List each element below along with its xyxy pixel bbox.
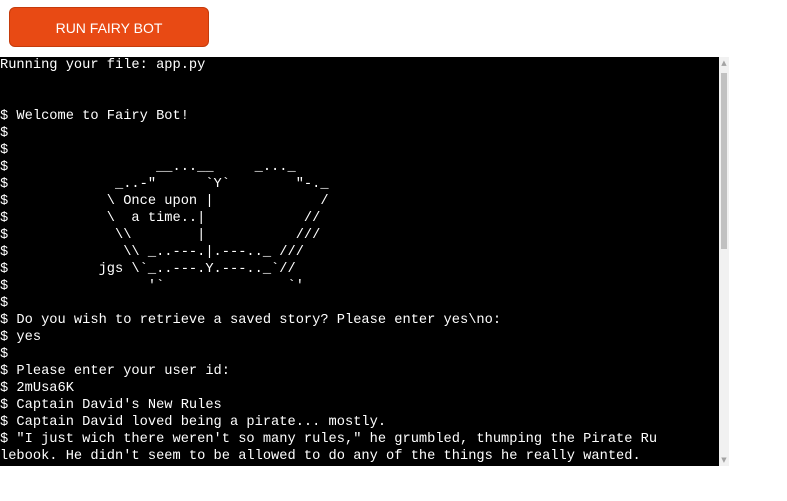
terminal-line: $ xyxy=(0,347,9,362)
run-fairy-bot-button[interactable]: RUN FAIRY BOT xyxy=(9,7,209,47)
terminal-line: Running your file: app.py xyxy=(0,58,206,73)
scroll-thumb[interactable] xyxy=(721,73,727,249)
terminal-line: $ 2mUsa6K xyxy=(0,381,74,396)
terminal-scrollbar[interactable]: ▲ ▼ xyxy=(719,57,729,466)
terminal-output: Running your file: app.py $ Welcome to Fa… xyxy=(0,57,719,466)
terminal[interactable]: Running your file: app.py $ Welcome to Fa… xyxy=(0,57,729,466)
terminal-line: $ __...__ _..._ xyxy=(0,160,296,175)
terminal-line: $ Welcome to Fairy Bot! xyxy=(0,109,189,124)
terminal-line: $ xyxy=(0,143,9,158)
terminal-line: $ yes xyxy=(0,330,42,345)
terminal-line: $ \ Once upon | / xyxy=(0,194,329,209)
scroll-up-arrow-icon[interactable]: ▲ xyxy=(719,57,729,69)
terminal-line: $ \\ _..---.|.---.._ /// xyxy=(0,245,304,260)
terminal-line: $ '` `' xyxy=(0,279,304,294)
terminal-line: $ Captain David's New Rules xyxy=(0,398,222,413)
terminal-line: $ Do you wish to retrieve a saved story?… xyxy=(0,313,502,328)
terminal-line: $ Captain David loved being a pirate... … xyxy=(0,415,387,430)
terminal-line: $ xyxy=(0,126,9,141)
terminal-line: $ "I just wich there weren't so many rul… xyxy=(0,432,658,447)
terminal-line: $ Please enter your user id: xyxy=(0,364,230,379)
terminal-line: $ jgs \`_..---.Y.---.._`// xyxy=(0,262,296,277)
terminal-line: lebook. He didn't seem to be allowed to … xyxy=(0,449,641,464)
terminal-line: $ _..-" `Y` "-._ xyxy=(0,177,329,192)
terminal-line: $ \ a time..| // xyxy=(0,211,321,226)
terminal-line: $ xyxy=(0,296,9,311)
scroll-down-arrow-icon[interactable]: ▼ xyxy=(719,454,729,466)
terminal-line: $ \\ | /// xyxy=(0,228,321,243)
